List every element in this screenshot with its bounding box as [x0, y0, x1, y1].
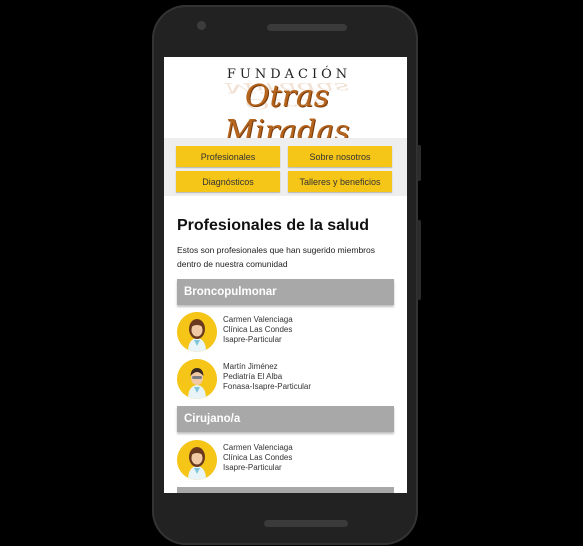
main-menu: Profesionales Sobre nosotros Diagnóstico…: [164, 138, 407, 196]
category-header-broncopulmonar[interactable]: Broncopulmonar: [177, 279, 394, 305]
page-intro: Estos son profesionales que han sugerido…: [177, 245, 375, 269]
professional-card[interactable]: Carmen Valenciaga Clínica Las Condes Isa…: [177, 312, 397, 352]
camera-icon: [197, 21, 206, 30]
professional-name: Carmen Valenciaga: [223, 315, 293, 324]
professional-place: Clínica Las Condes: [223, 453, 293, 462]
bottom-speaker: [264, 520, 348, 527]
volume-button: [417, 145, 421, 181]
professional-name: Carmen Valenciaga: [223, 443, 293, 452]
professional-card[interactable]: Martín Jiménez Pediatría El Alba Fonasa-…: [177, 359, 397, 399]
female-doctor-avatar-icon: [177, 440, 217, 480]
earpiece-speaker: [267, 24, 347, 31]
menu-sobre-nosotros-button[interactable]: Sobre nosotros: [288, 146, 392, 167]
menu-diagnosticos-button[interactable]: Diagnósticos: [176, 171, 280, 192]
power-button: [417, 220, 421, 300]
foundation-logo: FUNDACIÓN Otras Miradas Otras Miradas: [164, 57, 407, 149]
phone-frame: FUNDACIÓN Otras Miradas Otras Miradas Pr…: [152, 5, 421, 545]
professional-coverage: Isapre-Particular: [223, 335, 282, 344]
category-header-cirujano[interactable]: Cirujano/a: [177, 406, 394, 432]
logo-reflection: Otras Miradas: [224, 79, 350, 112]
professional-info: Carmen Valenciaga Clínica Las Condes Isa…: [223, 315, 293, 345]
professional-coverage: Isapre-Particular: [223, 463, 282, 472]
professional-coverage: Fonasa-Isapre-Particular: [223, 382, 312, 391]
professional-place: Pediatría El Alba: [223, 372, 283, 381]
menu-talleres-button[interactable]: Talleres y beneficios: [288, 171, 392, 192]
professional-name: Martín Jiménez: [223, 362, 278, 371]
page-title: Profesionales de la salud: [177, 217, 370, 234]
app-screen: FUNDACIÓN Otras Miradas Otras Miradas Pr…: [164, 57, 407, 493]
category-header-partial[interactable]: [177, 487, 394, 493]
female-doctor-avatar-icon: [177, 312, 217, 352]
professional-card[interactable]: Carmen Valenciaga Clínica Las Condes Isa…: [177, 440, 397, 480]
professional-info: Martín Jiménez Pediatría El Alba Fonasa-…: [223, 362, 311, 392]
menu-profesionales-button[interactable]: Profesionales: [176, 146, 280, 167]
professional-place: Clínica Las Condes: [223, 325, 293, 334]
professional-info: Carmen Valenciaga Clínica Las Condes Isa…: [223, 443, 293, 473]
male-doctor-avatar-icon: [177, 359, 217, 399]
